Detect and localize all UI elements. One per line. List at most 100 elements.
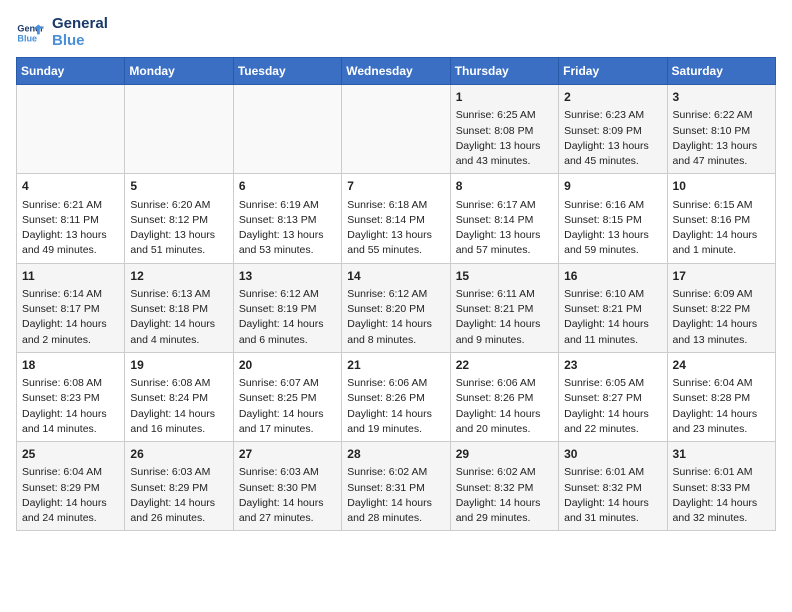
cell-content: Daylight: 14 hours and 13 minutes. <box>673 317 770 347</box>
calendar-cell: 30Sunrise: 6:01 AMSunset: 8:32 PMDayligh… <box>559 442 667 531</box>
calendar-cell: 31Sunrise: 6:01 AMSunset: 8:33 PMDayligh… <box>667 442 775 531</box>
day-number: 2 <box>564 89 661 106</box>
day-number: 15 <box>456 268 553 285</box>
logo-text-general: General <box>52 16 108 33</box>
cell-content: Sunset: 8:11 PM <box>22 213 119 228</box>
week-row-4: 18Sunrise: 6:08 AMSunset: 8:23 PMDayligh… <box>17 352 776 441</box>
calendar-cell <box>342 85 450 174</box>
day-number: 3 <box>673 89 770 106</box>
week-row-5: 25Sunrise: 6:04 AMSunset: 8:29 PMDayligh… <box>17 442 776 531</box>
cell-content: Sunset: 8:12 PM <box>130 213 227 228</box>
header-friday: Friday <box>559 58 667 85</box>
cell-content: Sunrise: 6:03 AM <box>130 465 227 480</box>
day-number: 23 <box>564 357 661 374</box>
calendar-cell: 27Sunrise: 6:03 AMSunset: 8:30 PMDayligh… <box>233 442 341 531</box>
header-thursday: Thursday <box>450 58 558 85</box>
cell-content: Daylight: 14 hours and 16 minutes. <box>130 407 227 437</box>
cell-content: Sunset: 8:26 PM <box>347 391 444 406</box>
cell-content: Sunset: 8:08 PM <box>456 124 553 139</box>
cell-content: Sunrise: 6:20 AM <box>130 198 227 213</box>
day-number: 31 <box>673 446 770 463</box>
cell-content: Sunset: 8:26 PM <box>456 391 553 406</box>
header-saturday: Saturday <box>667 58 775 85</box>
cell-content: Daylight: 14 hours and 32 minutes. <box>673 496 770 526</box>
calendar-cell: 19Sunrise: 6:08 AMSunset: 8:24 PMDayligh… <box>125 352 233 441</box>
day-number: 25 <box>22 446 119 463</box>
cell-content: Sunset: 8:25 PM <box>239 391 336 406</box>
header-sunday: Sunday <box>17 58 125 85</box>
calendar-cell: 9Sunrise: 6:16 AMSunset: 8:15 PMDaylight… <box>559 174 667 263</box>
cell-content: Sunset: 8:17 PM <box>22 302 119 317</box>
cell-content: Daylight: 13 hours and 45 minutes. <box>564 139 661 169</box>
cell-content: Sunrise: 6:04 AM <box>673 376 770 391</box>
calendar-cell: 1Sunrise: 6:25 AMSunset: 8:08 PMDaylight… <box>450 85 558 174</box>
day-number: 18 <box>22 357 119 374</box>
day-number: 19 <box>130 357 227 374</box>
calendar-cell: 13Sunrise: 6:12 AMSunset: 8:19 PMDayligh… <box>233 263 341 352</box>
calendar-cell: 15Sunrise: 6:11 AMSunset: 8:21 PMDayligh… <box>450 263 558 352</box>
cell-content: Sunrise: 6:07 AM <box>239 376 336 391</box>
header-monday: Monday <box>125 58 233 85</box>
calendar-cell: 21Sunrise: 6:06 AMSunset: 8:26 PMDayligh… <box>342 352 450 441</box>
cell-content: Sunrise: 6:01 AM <box>564 465 661 480</box>
cell-content: Sunrise: 6:22 AM <box>673 108 770 123</box>
day-number: 21 <box>347 357 444 374</box>
cell-content: Sunrise: 6:03 AM <box>239 465 336 480</box>
cell-content: Sunrise: 6:09 AM <box>673 287 770 302</box>
cell-content: Sunset: 8:13 PM <box>239 213 336 228</box>
calendar-cell: 3Sunrise: 6:22 AMSunset: 8:10 PMDaylight… <box>667 85 775 174</box>
calendar-cell: 20Sunrise: 6:07 AMSunset: 8:25 PMDayligh… <box>233 352 341 441</box>
cell-content: Daylight: 14 hours and 31 minutes. <box>564 496 661 526</box>
day-number: 10 <box>673 178 770 195</box>
cell-content: Daylight: 14 hours and 6 minutes. <box>239 317 336 347</box>
cell-content: Daylight: 14 hours and 4 minutes. <box>130 317 227 347</box>
cell-content: Sunrise: 6:12 AM <box>239 287 336 302</box>
svg-text:Blue: Blue <box>17 33 37 43</box>
cell-content: Sunrise: 6:02 AM <box>347 465 444 480</box>
cell-content: Sunrise: 6:11 AM <box>456 287 553 302</box>
day-number: 27 <box>239 446 336 463</box>
calendar-cell: 16Sunrise: 6:10 AMSunset: 8:21 PMDayligh… <box>559 263 667 352</box>
day-number: 6 <box>239 178 336 195</box>
cell-content: Sunrise: 6:18 AM <box>347 198 444 213</box>
day-number: 29 <box>456 446 553 463</box>
day-number: 4 <box>22 178 119 195</box>
cell-content: Sunset: 8:09 PM <box>564 124 661 139</box>
calendar-cell: 11Sunrise: 6:14 AMSunset: 8:17 PMDayligh… <box>17 263 125 352</box>
cell-content: Sunset: 8:22 PM <box>673 302 770 317</box>
cell-content: Daylight: 13 hours and 59 minutes. <box>564 228 661 258</box>
calendar-cell: 28Sunrise: 6:02 AMSunset: 8:31 PMDayligh… <box>342 442 450 531</box>
cell-content: Sunrise: 6:05 AM <box>564 376 661 391</box>
cell-content: Sunset: 8:15 PM <box>564 213 661 228</box>
cell-content: Sunrise: 6:19 AM <box>239 198 336 213</box>
header-wednesday: Wednesday <box>342 58 450 85</box>
cell-content: Daylight: 14 hours and 20 minutes. <box>456 407 553 437</box>
header-tuesday: Tuesday <box>233 58 341 85</box>
calendar-cell: 24Sunrise: 6:04 AMSunset: 8:28 PMDayligh… <box>667 352 775 441</box>
day-number: 14 <box>347 268 444 285</box>
cell-content: Daylight: 14 hours and 11 minutes. <box>564 317 661 347</box>
cell-content: Sunset: 8:31 PM <box>347 481 444 496</box>
cell-content: Sunrise: 6:04 AM <box>22 465 119 480</box>
cell-content: Sunset: 8:19 PM <box>239 302 336 317</box>
calendar-cell <box>17 85 125 174</box>
calendar-cell: 5Sunrise: 6:20 AMSunset: 8:12 PMDaylight… <box>125 174 233 263</box>
day-number: 9 <box>564 178 661 195</box>
cell-content: Sunrise: 6:17 AM <box>456 198 553 213</box>
cell-content: Sunrise: 6:02 AM <box>456 465 553 480</box>
day-number: 7 <box>347 178 444 195</box>
cell-content: Sunset: 8:24 PM <box>130 391 227 406</box>
calendar-cell: 10Sunrise: 6:15 AMSunset: 8:16 PMDayligh… <box>667 174 775 263</box>
calendar-cell: 25Sunrise: 6:04 AMSunset: 8:29 PMDayligh… <box>17 442 125 531</box>
cell-content: Sunrise: 6:10 AM <box>564 287 661 302</box>
day-number: 20 <box>239 357 336 374</box>
calendar-cell <box>233 85 341 174</box>
cell-content: Sunset: 8:29 PM <box>130 481 227 496</box>
day-number: 17 <box>673 268 770 285</box>
cell-content: Daylight: 14 hours and 9 minutes. <box>456 317 553 347</box>
day-number: 30 <box>564 446 661 463</box>
cell-content: Sunset: 8:29 PM <box>22 481 119 496</box>
days-header-row: SundayMondayTuesdayWednesdayThursdayFrid… <box>17 58 776 85</box>
cell-content: Sunset: 8:21 PM <box>564 302 661 317</box>
day-number: 22 <box>456 357 553 374</box>
